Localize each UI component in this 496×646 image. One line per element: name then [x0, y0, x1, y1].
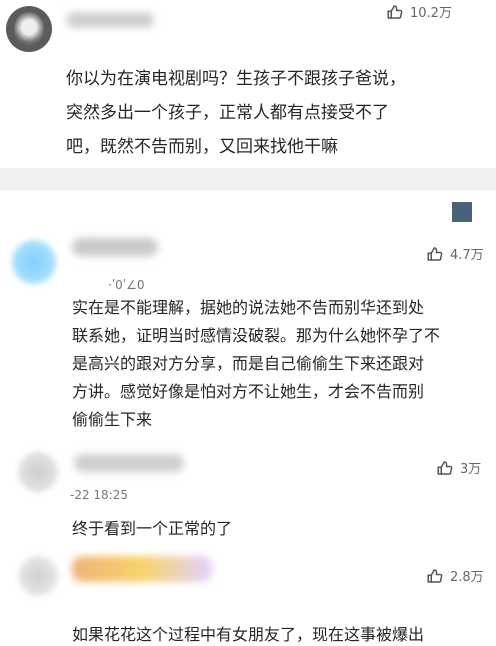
- text-line: 联系她，证明当时感情没破裂。那为什么她怀孕了不: [72, 326, 441, 345]
- like-count: 3万: [460, 462, 482, 477]
- text-line: 终于看到一个正常的了: [72, 519, 233, 538]
- comment-3: -22 18:25 3万 终于看到一个正常的了: [0, 440, 496, 540]
- like-button[interactable]: 4.7万: [426, 244, 484, 263]
- separator: [0, 168, 496, 190]
- text-line: 偷偷生下来: [72, 410, 153, 429]
- username-blurred[interactable]: [72, 238, 158, 256]
- avatar[interactable]: [18, 452, 58, 492]
- like-button[interactable]: 3万: [436, 458, 481, 477]
- like-button[interactable]: 2.8万: [426, 566, 484, 585]
- comment-text: 你以为在演电视剧吗？生孩子不跟孩子爸说， 突然多出一个孩子，正常人都有点接受不了…: [66, 66, 406, 160]
- text-line: 突然多出一个孩子，正常人都有点接受不了: [66, 103, 389, 123]
- thumbs-up-icon: [387, 4, 403, 19]
- comment-text: 实在是不能理解，据她的说法她不告而别华还到处 联系她，证明当时感情没破裂。那为什…: [72, 294, 440, 434]
- avatar[interactable]: [18, 556, 58, 596]
- thumbs-up-icon: [427, 568, 443, 583]
- comment-1: 10.2万 你以为在演电视剧吗？生孩子不跟孩子爸说， 突然多出一个孩子，正常人都…: [0, 0, 496, 168]
- comment-4: 2.8万 如果花花这个过程中有女朋友了，现在这事被爆出: [0, 540, 496, 644]
- text-line: 方讲。感觉好像是怕对方不让她生，才会不告而别: [72, 382, 425, 401]
- text-line: 吧，既然不告而别，又回来找他干嘛: [66, 137, 338, 157]
- comment-text: 终于看到一个正常的了: [72, 518, 232, 540]
- text-line: 实在是不能理解，据她的说法她不告而别华还到处: [72, 298, 425, 317]
- avatar[interactable]: [12, 240, 56, 284]
- text-line: 如果花花这个过程中有女朋友了，现在这事被爆出: [72, 625, 425, 644]
- username-blurred[interactable]: [74, 454, 184, 472]
- like-count: 2.8万: [450, 570, 484, 585]
- like-count: 4.7万: [450, 248, 484, 263]
- avatar[interactable]: [6, 6, 52, 52]
- text-line: 是高兴的跟对方分享，而是自己偷偷生下来还跟对: [72, 354, 425, 373]
- timestamp: -22 18:25: [70, 488, 128, 502]
- thumbs-up-icon: [427, 246, 443, 261]
- comment-2: ·ʹ0ʹ∠0 4.7万 实在是不能理解，据她的说法她不告而别华还到处 联系她，证…: [0, 230, 496, 440]
- thumbnail[interactable]: [452, 202, 472, 222]
- text-line: 你以为在演电视剧吗？生孩子不跟孩子爸说，: [66, 69, 406, 89]
- thumbs-up-icon: [437, 460, 453, 475]
- like-count: 10.2万: [410, 6, 452, 21]
- timestamp: ·ʹ0ʹ∠0: [108, 278, 145, 292]
- username-blurred[interactable]: [66, 12, 154, 28]
- username-blurred[interactable]: [72, 556, 212, 582]
- like-button[interactable]: 10.2万: [386, 2, 452, 21]
- comment-text: 如果花花这个过程中有女朋友了，现在这事被爆出: [72, 624, 424, 646]
